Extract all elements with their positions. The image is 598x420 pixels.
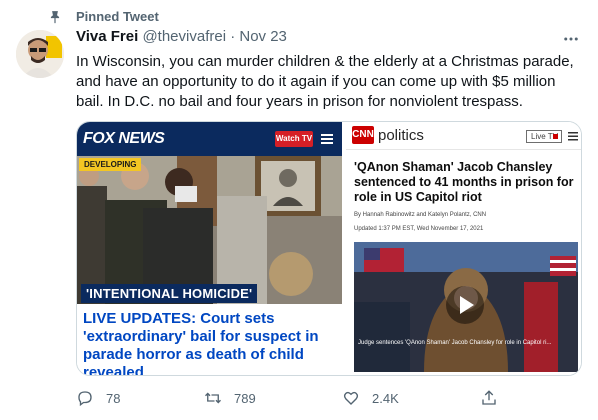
retweet-button[interactable]: 789 bbox=[204, 388, 256, 408]
tweet-date[interactable]: Nov 23 bbox=[239, 28, 287, 45]
tweet-text: In Wisconsin, you can murder children & … bbox=[76, 53, 574, 110]
cnn-section: politics bbox=[378, 127, 424, 144]
menu-icon bbox=[568, 132, 578, 141]
fox-news-logo: FOX NEWS bbox=[83, 130, 165, 147]
intentional-homicide-banner: 'INTENTIONAL HOMICIDE' bbox=[81, 284, 258, 303]
retweet-icon bbox=[205, 392, 221, 404]
more-icon bbox=[564, 37, 578, 41]
cnn-logo: CNN bbox=[352, 126, 374, 144]
reply-button[interactable]: 78 bbox=[76, 388, 120, 408]
share-icon bbox=[482, 390, 496, 405]
fox-news-screenshot[interactable]: FOX NEWS Watch TV DEVELOPING 'INTENTIONA… bbox=[77, 122, 342, 376]
watch-tv-button: Watch TV bbox=[275, 131, 313, 147]
share-button[interactable] bbox=[480, 388, 498, 408]
like-count: 2.4K bbox=[372, 390, 399, 406]
heart-icon bbox=[343, 391, 359, 405]
cnn-byline: By Hannah Rabinowitz and Katelyn Polantz… bbox=[354, 212, 487, 218]
reply-icon bbox=[78, 391, 92, 407]
developing-badge: DEVELOPING bbox=[79, 158, 142, 171]
tweet-header: Viva Frei @thevivafrei · Nov 23 bbox=[76, 28, 287, 48]
pinned-label: Pinned Tweet bbox=[76, 9, 159, 24]
tweet-actions: 78 789 2.4K bbox=[76, 388, 582, 408]
play-button[interactable] bbox=[446, 286, 484, 324]
separator-dot: · bbox=[230, 28, 236, 45]
cnn-headline: 'QAnon Shaman' Jacob Chansley sentenced … bbox=[354, 160, 574, 204]
cnn-video[interactable]: Judge sentences 'QAnon Shaman' Jacob Cha… bbox=[354, 242, 578, 372]
video-caption: Judge sentences 'QAnon Shaman' Jacob Cha… bbox=[358, 340, 552, 346]
tweet-media[interactable]: FOX NEWS Watch TV DEVELOPING 'INTENTIONA… bbox=[76, 121, 582, 376]
fox-header-bar: FOX NEWS Watch TV bbox=[77, 122, 342, 156]
cnn-header-bar: CNN politics Live TV bbox=[346, 122, 581, 150]
live-tv-button: Live TV bbox=[526, 130, 562, 143]
author-handle[interactable]: @thevivafrei bbox=[142, 28, 226, 45]
like-button[interactable]: 2.4K bbox=[342, 388, 399, 408]
fox-headline: LIVE UPDATES: Court sets 'extraordinary'… bbox=[83, 310, 319, 376]
author-name[interactable]: Viva Frei bbox=[76, 28, 138, 45]
menu-icon bbox=[321, 134, 333, 144]
avatar[interactable] bbox=[16, 30, 64, 78]
live-indicator-icon bbox=[553, 134, 558, 139]
pin-icon bbox=[50, 11, 60, 24]
cnn-updated: Updated 1:37 PM EST, Wed November 17, 20… bbox=[354, 226, 484, 232]
retweet-count: 789 bbox=[234, 390, 256, 406]
reply-count: 78 bbox=[106, 390, 121, 406]
more-button[interactable] bbox=[556, 28, 586, 50]
cnn-screenshot[interactable]: CNN politics Live TV 'QAnon Shaman' Jaco… bbox=[344, 122, 581, 375]
courtroom-photo bbox=[77, 156, 342, 304]
avatar-image bbox=[16, 30, 64, 78]
